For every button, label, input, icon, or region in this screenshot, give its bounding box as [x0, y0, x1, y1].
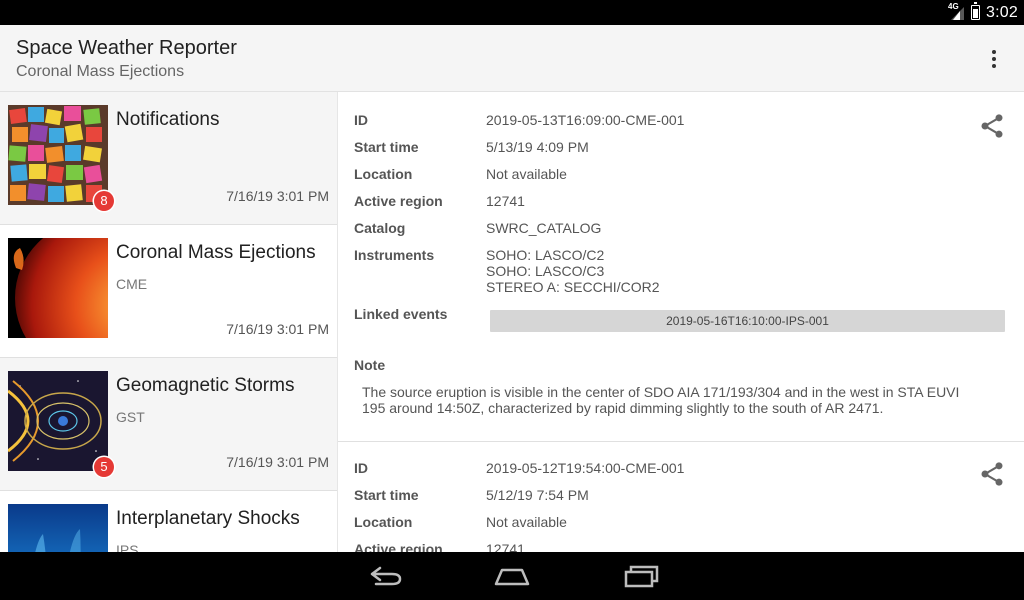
list-item-gst[interactable]: Geomagnetic Storms GST 7/16/19 3:01 PM 5 — [0, 358, 337, 491]
sun-thumbnail — [8, 238, 108, 338]
event-card: ID 2019-05-13T16:09:00-CME-001 Start tim… — [338, 92, 1024, 442]
linked-event-button[interactable]: 2019-05-16T16:10:00-IPS-001 — [490, 310, 1005, 332]
list-item-code: GST — [116, 409, 145, 425]
sticky-notes-thumbnail — [8, 105, 108, 205]
category-list: Notifications 7/16/19 3:01 PM 8 Coronal … — [0, 92, 337, 552]
list-item-notifications[interactable]: Notifications 7/16/19 3:01 PM 8 — [0, 92, 337, 225]
instruments-label: Instruments — [354, 247, 435, 263]
linked-events-label: Linked events — [354, 306, 448, 322]
id-value: 2019-05-12T19:54:00-CME-001 — [486, 460, 685, 476]
list-item-cme[interactable]: Coronal Mass Ejections CME 7/16/19 3:01 … — [0, 225, 337, 358]
magnetosphere-thumbnail — [8, 371, 108, 471]
battery-icon — [971, 2, 981, 20]
start-time-value: 5/13/19 4:09 PM — [486, 139, 589, 155]
back-icon[interactable] — [362, 560, 406, 592]
id-label: ID — [354, 460, 368, 476]
notification-count-badge: 8 — [94, 191, 114, 211]
location-label: Location — [354, 166, 413, 182]
start-time-label: Start time — [354, 139, 419, 155]
note-label: Note — [354, 357, 386, 373]
list-item-title: Notifications — [116, 109, 220, 130]
active-region-value: 12741 — [486, 193, 525, 209]
list-item-title: Coronal Mass Ejections — [116, 242, 316, 263]
instrument-value: STEREO A: SECCHI/COR2 — [486, 279, 660, 295]
system-nav-bar — [0, 552, 1024, 600]
notification-count-badge: 5 — [94, 457, 114, 477]
start-time-label: Start time — [354, 487, 419, 503]
instrument-value: SOHO: LASCO/C3 — [486, 263, 605, 279]
list-item-title: Interplanetary Shocks — [116, 508, 300, 529]
list-item-title: Geomagnetic Storms — [116, 375, 295, 396]
catalog-label: Catalog — [354, 220, 406, 236]
more-vert-icon[interactable] — [978, 43, 1010, 75]
share-icon[interactable] — [978, 112, 1006, 140]
app-title: Space Weather Reporter — [16, 37, 237, 59]
location-label: Location — [354, 514, 413, 530]
location-value: Not available — [486, 514, 567, 530]
start-time-value: 5/12/19 7:54 PM — [486, 487, 589, 503]
signal-icon: 4G — [948, 2, 965, 21]
id-value: 2019-05-13T16:09:00-CME-001 — [486, 112, 685, 128]
list-item-code: IPS — [116, 542, 139, 552]
id-label: ID — [354, 112, 368, 128]
event-card: ID 2019-05-12T19:54:00-CME-001 Start tim… — [338, 442, 1024, 552]
list-item-code: CME — [116, 276, 148, 292]
list-item-ips[interactable]: Interplanetary Shocks IPS — [0, 491, 337, 552]
active-region-label: Active region — [354, 541, 443, 552]
active-region-value: 12741 — [486, 541, 525, 552]
location-value: Not available — [486, 166, 567, 182]
active-region-label: Active region — [354, 193, 443, 209]
note-text: The source eruption is visible in the ce… — [362, 384, 960, 416]
aurora-thumbnail — [8, 504, 108, 552]
list-item-time: 7/16/19 3:01 PM — [226, 454, 329, 470]
clock: 3:02 — [986, 3, 1018, 21]
status-bar: 4G 3:02 — [0, 0, 1024, 25]
instrument-value: SOHO: LASCO/C2 — [486, 247, 605, 263]
share-icon[interactable] — [978, 460, 1006, 488]
catalog-value: SWRC_CATALOG — [486, 220, 602, 236]
event-detail-pane: ID 2019-05-13T16:09:00-CME-001 Start tim… — [337, 92, 1024, 552]
home-icon[interactable] — [490, 560, 534, 592]
list-item-time: 7/16/19 3:01 PM — [226, 321, 329, 337]
app-bar: Space Weather Reporter Coronal Mass Ejec… — [0, 25, 1024, 92]
list-item-time: 7/16/19 3:01 PM — [226, 188, 329, 204]
app-subtitle: Coronal Mass Ejections — [16, 63, 185, 80]
recents-icon[interactable] — [618, 560, 662, 592]
